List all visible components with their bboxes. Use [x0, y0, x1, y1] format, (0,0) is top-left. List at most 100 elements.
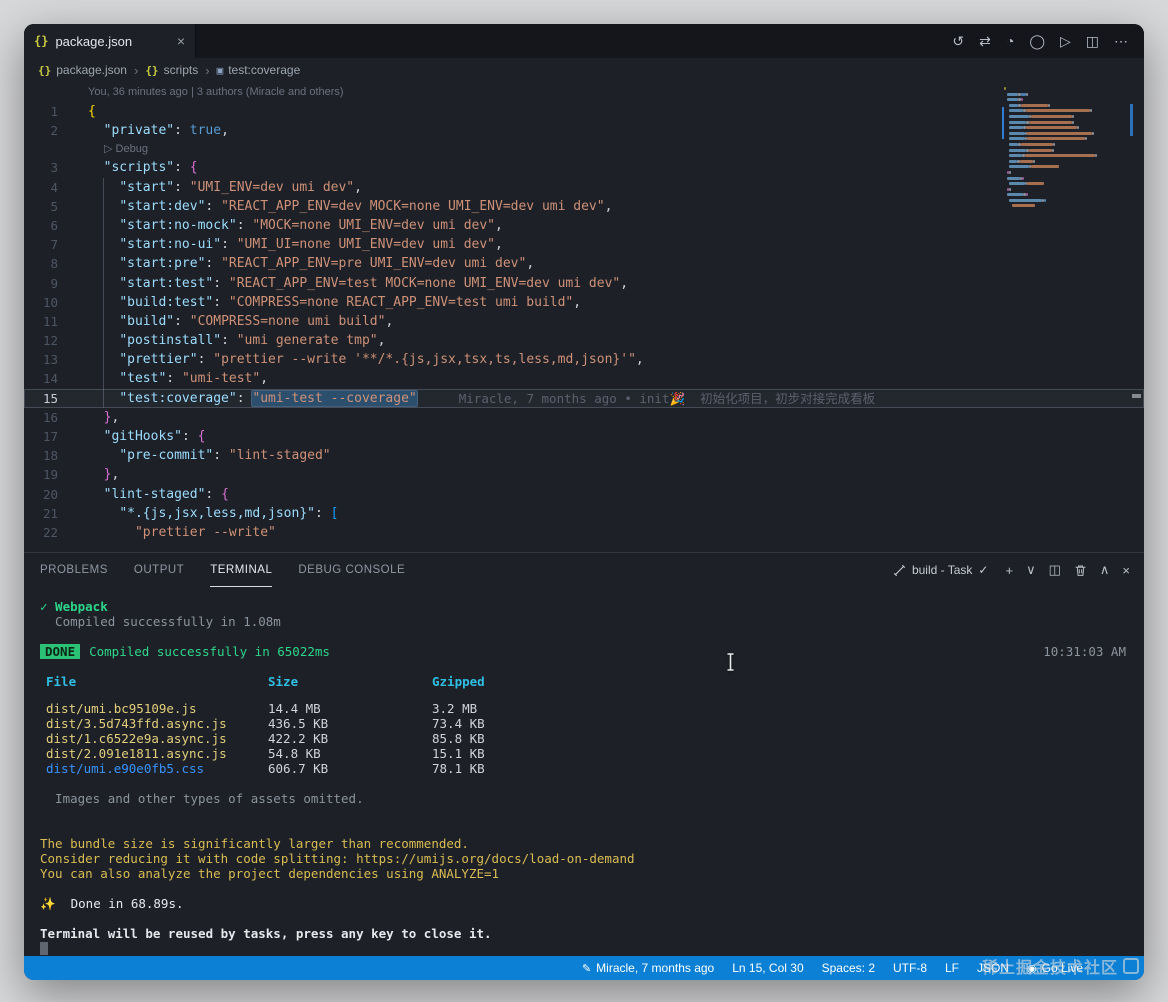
timeline-icon[interactable]: ↺ [952, 33, 964, 50]
asset-table-row: dist/2.091e1811.async.js 54.8 KB 15.1 KB [40, 746, 1126, 761]
code-line[interactable]: 11 "build": "COMPRESS=none umi build", [24, 312, 1144, 331]
git-blame-icon: ✎ [581, 962, 592, 975]
code-line[interactable]: 22 "prettier --write" [24, 523, 1144, 542]
code-text: }, [103, 467, 120, 483]
code-line[interactable]: 7 "start:no-ui": "UMI_UI=none UMI_ENV=de… [24, 235, 1144, 254]
kill-terminal-icon[interactable] [1074, 564, 1087, 577]
terminal-line: Images and other types of assets omitted… [40, 791, 364, 806]
terminal-output[interactable]: ✓ Webpack Compiled successfully in 1.08m… [24, 587, 1144, 956]
close-panel-icon[interactable]: × [1122, 563, 1130, 578]
run-script-icon[interactable]: ▷ [1060, 33, 1071, 50]
split-editor-icon[interactable]: ◫ [1086, 33, 1099, 50]
code-text: "start": "UMI_ENV=dev umi dev", [119, 179, 362, 195]
code-line[interactable]: 4 "start": "UMI_ENV=dev umi dev", [24, 178, 1144, 197]
code-line[interactable]: 21 "*.{js,jsx,less,md,json}": [ [24, 504, 1144, 523]
code-line[interactable]: 2 "private": true, [24, 121, 1144, 140]
status-indentation[interactable]: Spaces: 2 [813, 956, 884, 980]
code-line[interactable]: 6 "start:no-mock": "MOCK=none UMI_ENV=de… [24, 216, 1144, 235]
new-terminal-icon[interactable]: + [1005, 563, 1013, 578]
code-line[interactable]: 9 "start:test": "REACT_APP_ENV=test MOCK… [24, 274, 1144, 293]
more-actions-icon[interactable]: ⋯ [1114, 33, 1128, 50]
minimap-token [1008, 170, 1011, 174]
open-changes-icon[interactable]: ⇄ [979, 33, 991, 50]
tab-close-icon[interactable]: × [177, 33, 185, 49]
status-encoding[interactable]: UTF-8 [884, 956, 936, 980]
minimap-token [1009, 198, 1042, 202]
status-eol[interactable]: LF [936, 956, 968, 980]
bottom-panel: PROBLEMS OUTPUT TERMINAL DEBUG CONSOLE buil… [24, 552, 1144, 956]
code-line[interactable]: 8 "start:pre": "REACT_APP_ENV=pre UMI_EN… [24, 254, 1144, 273]
code-line[interactable]: 5 "start:dev": "REACT_APP_ENV=dev MOCK=n… [24, 197, 1144, 216]
editor-actions: ↺ ⇄ ◔ ◯ ▷ ◫ ⋯ [952, 24, 1144, 58]
code-line[interactable]: 10 "build:test": "COMPRESS=none REACT_AP… [24, 293, 1144, 312]
code-line[interactable]: 14 "test": "umi-test", [24, 369, 1144, 388]
asset-file-name: dist/umi.bc95109e.js [46, 701, 197, 716]
code-line[interactable]: 12 "postinstall": "umi generate tmp", [24, 331, 1144, 350]
code-line[interactable]: 3 "scripts": { [24, 158, 1144, 177]
terminal-dropdown-icon[interactable]: ∨ [1026, 562, 1036, 578]
code-line[interactable]: 16 }, [24, 408, 1144, 427]
maximize-panel-icon[interactable]: ∧ [1100, 562, 1110, 578]
line-number: 7 [50, 237, 58, 253]
minimap-token [1031, 114, 1072, 118]
breadcrumb-symbol-icon: ▣ [216, 63, 224, 77]
asset-file-name: dist/umi.e90e0fb5.css [46, 761, 205, 776]
code-line[interactable]: 18 "pre-commit": "lint-staged" [24, 446, 1144, 465]
breadcrumb-item[interactable]: {} package.json [38, 63, 127, 77]
line-number: 1 [50, 104, 58, 119]
code-line[interactable]: 17 "gitHooks": { [24, 427, 1144, 446]
minimap-token [1022, 176, 1025, 180]
asset-gzip-size: 3.2 MB [432, 701, 478, 716]
code-line[interactable]: 1{ [24, 102, 1144, 121]
panel-tab-problems[interactable]: PROBLEMS [40, 553, 108, 587]
tab-package-json[interactable]: {} package.json × [24, 24, 196, 58]
code-line[interactable]: 19 }, [24, 465, 1144, 484]
heatmap-annotations-icon[interactable]: ◔ [1006, 33, 1014, 49]
minimap[interactable] [1002, 87, 1130, 210]
asset-table-header-cell: Size [268, 674, 299, 689]
minimap-line [1004, 154, 1130, 158]
asset-table-header-cell: File [46, 674, 77, 689]
terminal-timestamp: 10:31:03 AM [1043, 644, 1126, 659]
minimap-token [1071, 120, 1074, 124]
split-terminal-icon[interactable]: ◫ [1049, 562, 1061, 578]
watermark-text: 稀土掘金技术社区 [981, 960, 1118, 977]
minimap-line [1004, 137, 1130, 141]
editor[interactable]: You, 36 minutes ago | 3 authors (Miracle… [24, 82, 1144, 552]
breadcrumb-item[interactable]: ▣ test:coverage [217, 63, 301, 77]
minimap-line [1004, 103, 1130, 107]
overview-ruler[interactable] [1130, 82, 1144, 552]
task-label: build - Task [911, 563, 973, 577]
code-text: "test": "umi-test", [119, 371, 269, 387]
minimap-token [1009, 137, 1025, 141]
status-cursor-position[interactable]: Ln 15, Col 30 [723, 956, 812, 980]
breadcrumb-item[interactable]: {} scripts [145, 63, 198, 77]
task-indicator[interactable]: build - Task ✓ [893, 563, 988, 577]
minimap-line [1004, 198, 1130, 202]
code-line[interactable]: 20 "lint-staged": { [24, 485, 1144, 504]
panel-tab-debug-console[interactable]: DEBUG CONSOLE [298, 553, 405, 587]
code-line[interactable]: 15 "test:coverage": "umi-test --coverage… [24, 388, 1144, 408]
code-line[interactable]: 13 "prettier": "prettier --write '**/*.{… [24, 350, 1144, 369]
code-text: "*.{js,jsx,less,md,json}": [ [119, 505, 339, 521]
minimap-token [1028, 120, 1072, 124]
done-message: Compiled successfully in 65022ms [89, 644, 330, 659]
asset-size: 54.8 KB [268, 746, 321, 761]
code-text: "start:no-mock": "MOCK=none UMI_ENV=dev … [119, 217, 503, 233]
panel-actions: build - Task ✓ + ∨ ◫ ∧ × [893, 562, 1130, 578]
panel-tab-output[interactable]: OUTPUT [134, 553, 184, 587]
status-cursor-position-label: Ln 15, Col 30 [732, 961, 804, 975]
minimap-token [1004, 87, 1006, 90]
watermark-logo [1123, 958, 1139, 974]
blame-annotations-icon[interactable]: ◯ [1029, 33, 1045, 50]
codelens-debug[interactable]: ▷ Debug [24, 140, 1144, 158]
minimap-line [1004, 142, 1130, 146]
minimap-line [1004, 87, 1130, 90]
code-text: "gitHooks": { [103, 429, 206, 444]
panel-tab-terminal[interactable]: TERMINAL [210, 553, 273, 587]
minimap-token [1024, 154, 1095, 158]
line-number: 5 [50, 198, 58, 214]
status-git-blame[interactable]: ✎ Miracle, 7 months ago [573, 956, 723, 980]
minimap-line [1004, 187, 1130, 191]
asset-table-header: File Size Gzipped [40, 674, 1126, 689]
